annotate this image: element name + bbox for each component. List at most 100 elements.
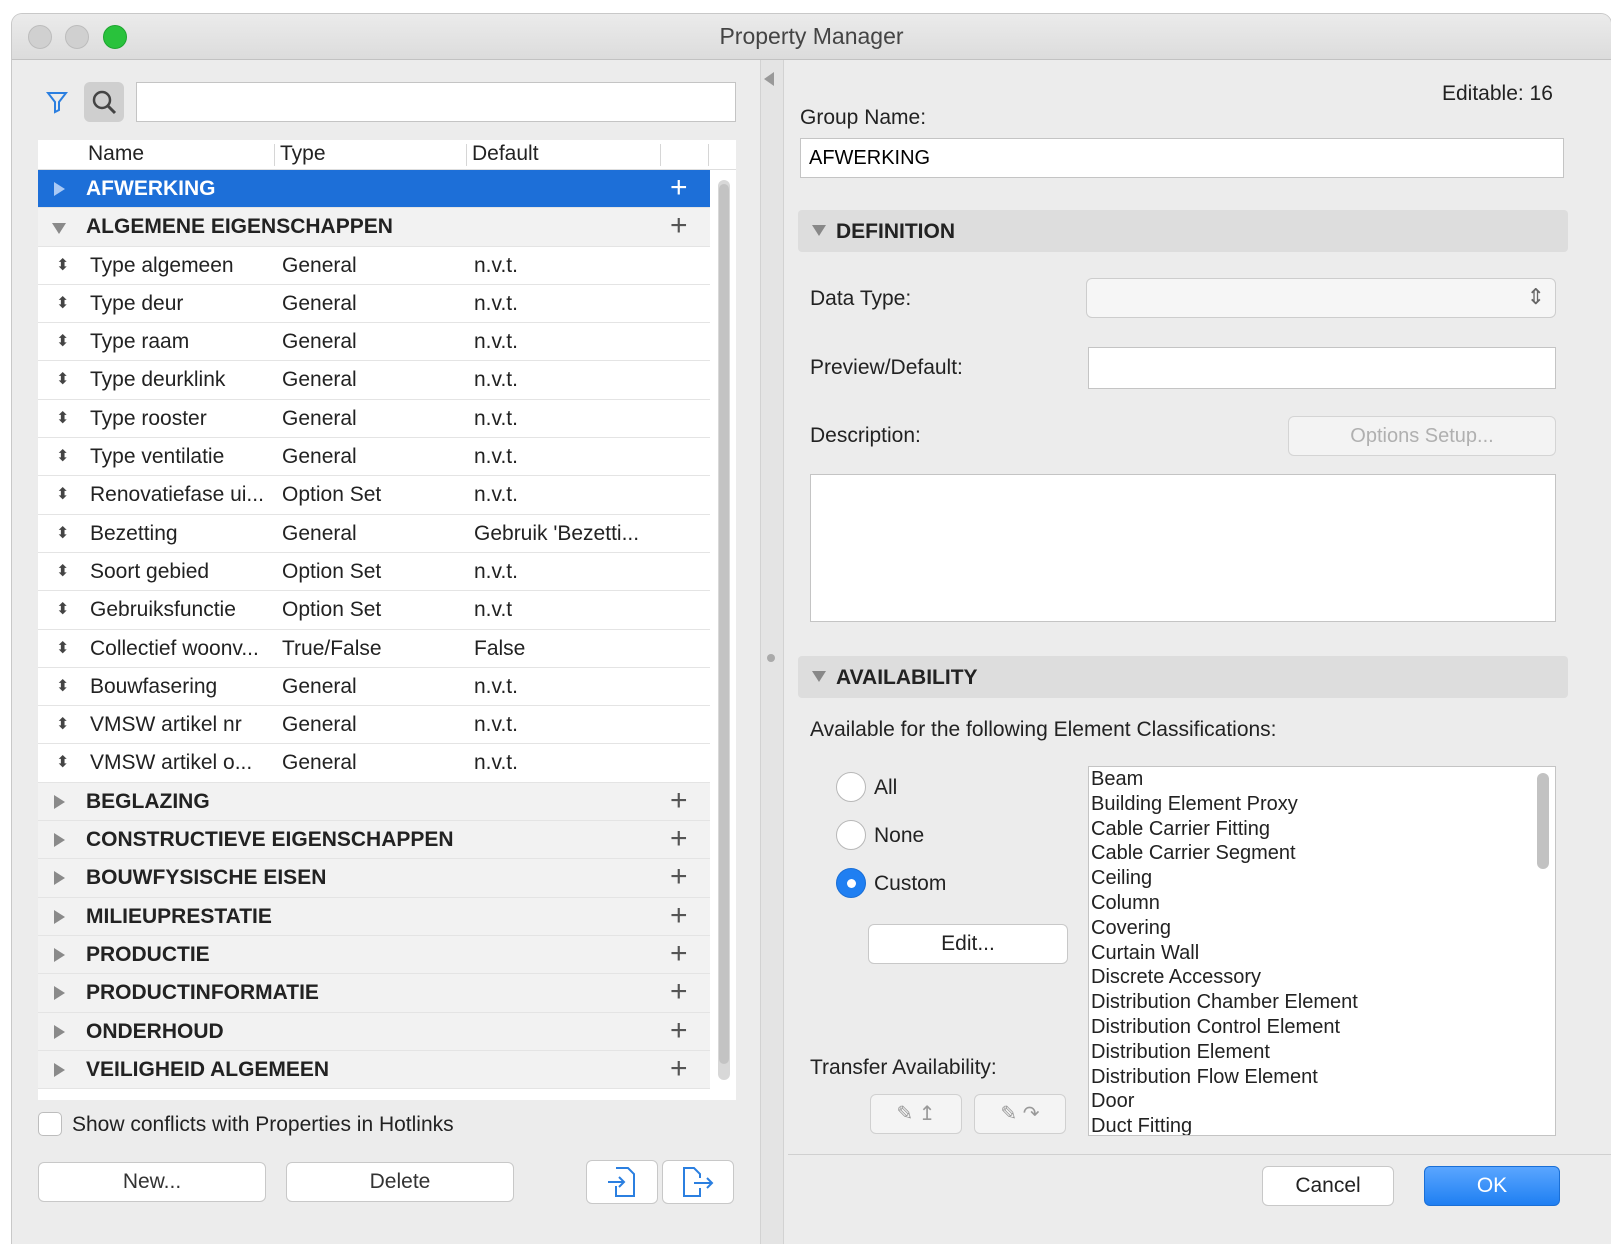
add-property-plus-icon[interactable]: +: [670, 784, 688, 818]
add-property-plus-icon[interactable]: +: [670, 209, 688, 243]
disclosure-right-icon[interactable]: [54, 182, 65, 196]
list-item[interactable]: Curtain Wall: [1089, 941, 1555, 966]
disclosure-right-icon[interactable]: [54, 871, 65, 886]
add-property-plus-icon[interactable]: +: [670, 860, 688, 894]
disclosure-right-icon[interactable]: [54, 909, 65, 924]
disclosure-right-icon[interactable]: [54, 1024, 65, 1039]
list-item[interactable]: Beam: [1089, 767, 1555, 792]
group-row[interactable]: PRODUCTINFORMATIE +: [38, 974, 710, 1013]
table-row[interactable]: ⬍ VMSW artikel nr General n.v.t.: [38, 706, 710, 745]
list-item[interactable]: Cable Carrier Segment: [1089, 841, 1555, 866]
drag-handle-icon[interactable]: ⬍: [56, 331, 69, 351]
group-row[interactable]: PRODUCTIE +: [38, 935, 710, 975]
list-item[interactable]: Distribution Chamber Element: [1089, 990, 1555, 1015]
list-item[interactable]: Distribution Element: [1089, 1040, 1555, 1065]
list-item[interactable]: Distribution Control Element: [1089, 1015, 1555, 1040]
drag-handle-icon[interactable]: ⬍: [56, 293, 69, 313]
data-type-select[interactable]: ⇕: [1086, 278, 1556, 318]
table-row[interactable]: ⬍ Type rooster General n.v.t.: [38, 399, 710, 439]
delete-button[interactable]: Delete: [286, 1162, 514, 1202]
drag-handle-icon[interactable]: ⬍: [56, 408, 69, 428]
edit-classifications-button[interactable]: Edit...: [868, 924, 1068, 964]
add-property-plus-icon[interactable]: +: [670, 937, 688, 971]
disclosure-right-icon[interactable]: [54, 833, 65, 848]
radio-all[interactable]: [836, 772, 866, 802]
drag-handle-icon[interactable]: ⬍: [56, 523, 69, 543]
classification-list[interactable]: Beam Building Element Proxy Cable Carrier …: [1088, 766, 1556, 1136]
drag-handle-icon[interactable]: ⬍: [56, 714, 69, 734]
drag-handle-icon[interactable]: ⬍: [56, 446, 69, 466]
group-row[interactable]: BOUWFYSISCHE EISEN +: [38, 859, 710, 898]
add-property-plus-icon[interactable]: +: [670, 1014, 688, 1048]
table-row[interactable]: ⬍ Type deur General n.v.t.: [38, 284, 710, 324]
list-item[interactable]: Discrete Accessory: [1089, 965, 1555, 990]
pane-splitter[interactable]: [760, 60, 784, 1244]
filter-icon[interactable]: [46, 90, 68, 114]
disclosure-right-icon[interactable]: [54, 986, 65, 1001]
group-name-input[interactable]: [800, 138, 1564, 178]
disclosure-right-icon[interactable]: [54, 947, 65, 962]
title-bar[interactable]: Property Manager: [12, 14, 1611, 60]
list-item[interactable]: Door: [1089, 1089, 1555, 1114]
drag-handle-icon[interactable]: ⬍: [56, 369, 69, 389]
import-button[interactable]: [586, 1160, 658, 1204]
list-item[interactable]: Distribution Flow Element: [1089, 1065, 1555, 1090]
drag-handle-icon[interactable]: ⬍: [56, 599, 69, 619]
table-row[interactable]: ⬍ Soort gebied Option Set n.v.t.: [38, 552, 710, 592]
search-input[interactable]: [136, 82, 736, 122]
table-row[interactable]: ⬍ Type algemeen General n.v.t.: [38, 246, 710, 285]
drag-handle-icon[interactable]: ⬍: [56, 638, 69, 658]
export-button[interactable]: [662, 1160, 734, 1204]
list-item[interactable]: Cable Carrier Fitting: [1089, 817, 1555, 842]
table-row[interactable]: ⬍ Bezetting General Gebruik 'Bezetti...: [38, 514, 710, 553]
ok-button[interactable]: OK: [1424, 1166, 1560, 1206]
add-property-plus-icon[interactable]: +: [670, 1052, 688, 1086]
list-item[interactable]: Duct Fitting: [1089, 1114, 1555, 1135]
list-item[interactable]: Building Element Proxy: [1089, 792, 1555, 817]
add-property-plus-icon[interactable]: +: [670, 171, 688, 205]
preview-default-input[interactable]: [1088, 347, 1556, 389]
availability-section-header[interactable]: AVAILABILITY: [798, 656, 1568, 698]
disclosure-down-icon[interactable]: [52, 223, 66, 235]
inject-availability-button[interactable]: ✎ ↷: [974, 1094, 1066, 1134]
group-row[interactable]: ONDERHOUD +: [38, 1012, 710, 1051]
new-button[interactable]: New...: [38, 1162, 266, 1202]
table-row[interactable]: ⬍ VMSW artikel o... General n.v.t.: [38, 744, 710, 783]
list-item[interactable]: Covering: [1089, 916, 1555, 941]
search-button[interactable]: [84, 82, 124, 122]
drag-handle-icon[interactable]: ⬍: [56, 561, 69, 581]
radio-none[interactable]: [836, 820, 866, 850]
show-conflicts-checkbox[interactable]: [38, 1112, 62, 1136]
table-row[interactable]: ⬍ Bouwfasering General n.v.t.: [38, 667, 710, 707]
collapse-panel-arrow-icon[interactable]: [764, 72, 774, 86]
description-textarea[interactable]: [810, 474, 1556, 622]
group-row[interactable]: CONSTRUCTIEVE EIGENSCHAPPEN +: [38, 821, 710, 860]
group-row[interactable]: ALGEMENE EIGENSCHAPPEN +: [38, 208, 710, 247]
pick-up-availability-button[interactable]: ✎ ↥: [870, 1094, 962, 1134]
drag-handle-icon[interactable]: ⬍: [56, 676, 69, 696]
table-row[interactable]: ⬍ Type ventilatie General n.v.t.: [38, 438, 710, 477]
drag-handle-icon[interactable]: ⬍: [56, 752, 69, 772]
table-row[interactable]: ⬍ Type raam General n.v.t.: [38, 323, 710, 362]
drag-handle-icon[interactable]: ⬍: [56, 484, 69, 504]
list-item[interactable]: Ceiling: [1089, 866, 1555, 891]
drag-handle-icon[interactable]: ⬍: [56, 255, 69, 275]
table-scrollbar[interactable]: [718, 180, 730, 1080]
disclosure-right-icon[interactable]: [54, 1062, 65, 1077]
table-row[interactable]: ⬍ Collectief woonv... True/False False: [38, 629, 710, 668]
radio-custom[interactable]: [836, 868, 866, 898]
table-row[interactable]: ⬍ Type deurklink General n.v.t.: [38, 361, 710, 400]
group-row[interactable]: AFWERKING +: [38, 170, 710, 209]
disclosure-right-icon[interactable]: [54, 794, 65, 809]
options-setup-button[interactable]: Options Setup...: [1288, 416, 1556, 456]
definition-section-header[interactable]: DEFINITION: [798, 210, 1568, 252]
group-row[interactable]: MILIEUPRESTATIE +: [38, 897, 710, 936]
add-property-plus-icon[interactable]: +: [670, 822, 688, 856]
column-header-type[interactable]: Type: [280, 142, 326, 166]
column-header-name[interactable]: Name: [88, 142, 144, 166]
table-row[interactable]: ⬍ Renovatiefase ui... Option Set n.v.t.: [38, 476, 710, 515]
group-row[interactable]: VEILIGHEID ALGEMEEN +: [38, 1050, 710, 1090]
add-property-plus-icon[interactable]: +: [670, 975, 688, 1009]
group-row[interactable]: BEGLAZING +: [38, 782, 710, 822]
table-row[interactable]: ⬍ Gebruiksfunctie Option Set n.v.t: [38, 591, 710, 630]
